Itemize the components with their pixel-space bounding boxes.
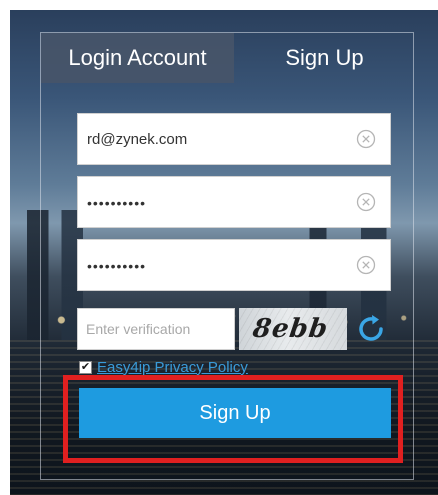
- email-field[interactable]: rd@zynek.com: [77, 113, 391, 165]
- clear-circle-x-icon[interactable]: [356, 129, 376, 149]
- captcha-text: 8ebb: [250, 314, 331, 344]
- password-value: ••••••••••: [87, 195, 147, 211]
- verification-input-wrap: [77, 308, 235, 350]
- confirm-password-value: ••••••••••: [87, 258, 147, 274]
- privacy-policy-link[interactable]: Easy4ip Privacy Policy: [97, 359, 248, 376]
- privacy-checkbox[interactable]: ✔: [79, 360, 92, 374]
- signup-panel: Login Account Sign Up rd@zynek.com •••••…: [40, 32, 414, 480]
- clear-circle-x-icon[interactable]: [356, 192, 376, 212]
- tab-sign-up[interactable]: Sign Up: [234, 33, 415, 83]
- sign-up-button[interactable]: Sign Up: [79, 388, 391, 438]
- tab-login-account[interactable]: Login Account: [41, 33, 234, 83]
- clear-circle-x-icon[interactable]: [356, 255, 376, 275]
- confirm-password-field[interactable]: ••••••••••: [77, 239, 391, 291]
- verification-input[interactable]: [78, 309, 234, 349]
- privacy-agreement: ✔ Easy4ip Privacy Policy: [79, 357, 248, 377]
- password-field[interactable]: ••••••••••: [77, 176, 391, 228]
- refresh-icon[interactable]: [353, 311, 389, 347]
- email-value: rd@zynek.com: [87, 131, 188, 148]
- captcha-image: 8ebb: [239, 308, 347, 350]
- tab-bar: Login Account Sign Up: [41, 33, 415, 84]
